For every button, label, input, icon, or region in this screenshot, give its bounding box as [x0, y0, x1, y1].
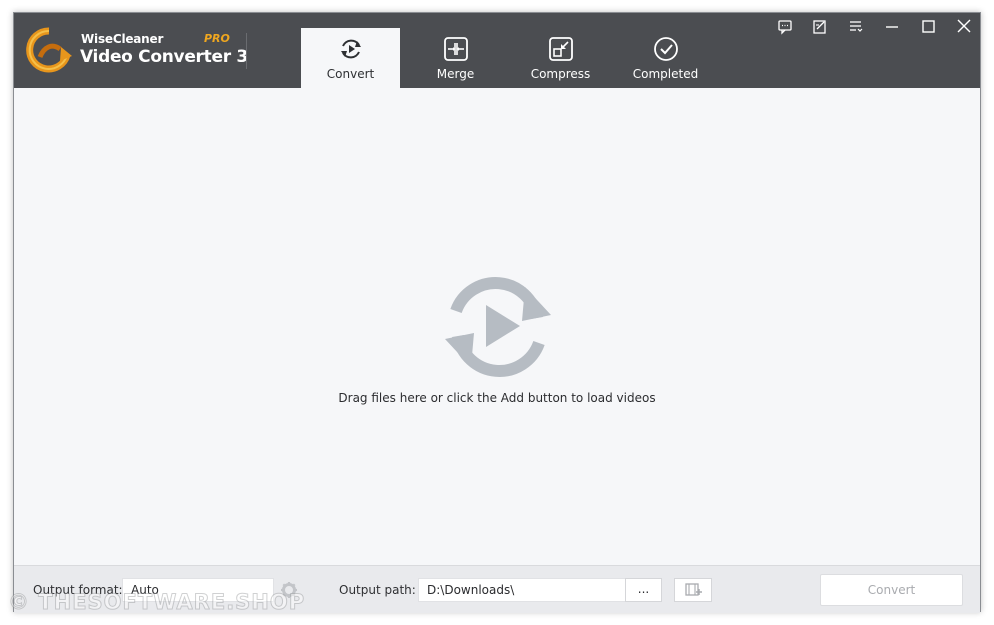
brand-name: WiseCleaner [81, 32, 164, 46]
tab-completed-label: Completed [632, 67, 699, 81]
convert-play-icon [445, 277, 551, 377]
open-folder-button[interactable] [674, 578, 712, 602]
tab-merge[interactable]: Merge [406, 28, 505, 88]
browse-button[interactable]: ... [625, 578, 662, 602]
title-divider [246, 33, 247, 69]
check-circle-icon [654, 37, 678, 61]
maximize-icon[interactable] [917, 17, 939, 37]
watermark: © THESOFTWARE.SHOP [7, 590, 306, 615]
tab-completed[interactable]: Completed [616, 28, 715, 88]
edit-icon[interactable] [809, 17, 831, 37]
title-bar: WiseCleaner PRO Video Converter 3 Conver… [14, 13, 980, 88]
output-path-label: Output path: [339, 583, 416, 597]
feedback-icon[interactable] [774, 17, 796, 37]
tab-merge-label: Merge [436, 67, 475, 81]
drop-hint: Drag files here or click the Add button … [338, 391, 656, 405]
convert-icon [341, 39, 361, 59]
menu-icon[interactable] [845, 17, 867, 37]
compress-icon [549, 37, 573, 61]
convert-button[interactable]: Convert [820, 574, 963, 606]
tab-convert-label: Convert [326, 67, 375, 81]
tab-compress[interactable]: Compress [511, 28, 610, 88]
app-logo-icon [26, 27, 72, 73]
pro-badge: PRO [204, 32, 230, 45]
close-icon[interactable] [953, 17, 975, 37]
tab-compress-label: Compress [530, 67, 591, 81]
merge-icon [444, 37, 468, 61]
minimize-icon[interactable] [881, 17, 903, 37]
output-path-field[interactable]: D:\Downloads\ [418, 578, 626, 602]
video-add-icon [685, 583, 702, 596]
tab-convert[interactable]: Convert [301, 28, 400, 88]
app-title: Video Converter 3 [80, 47, 248, 67]
app-window: WiseCleaner PRO Video Converter 3 Conver… [13, 12, 981, 613]
